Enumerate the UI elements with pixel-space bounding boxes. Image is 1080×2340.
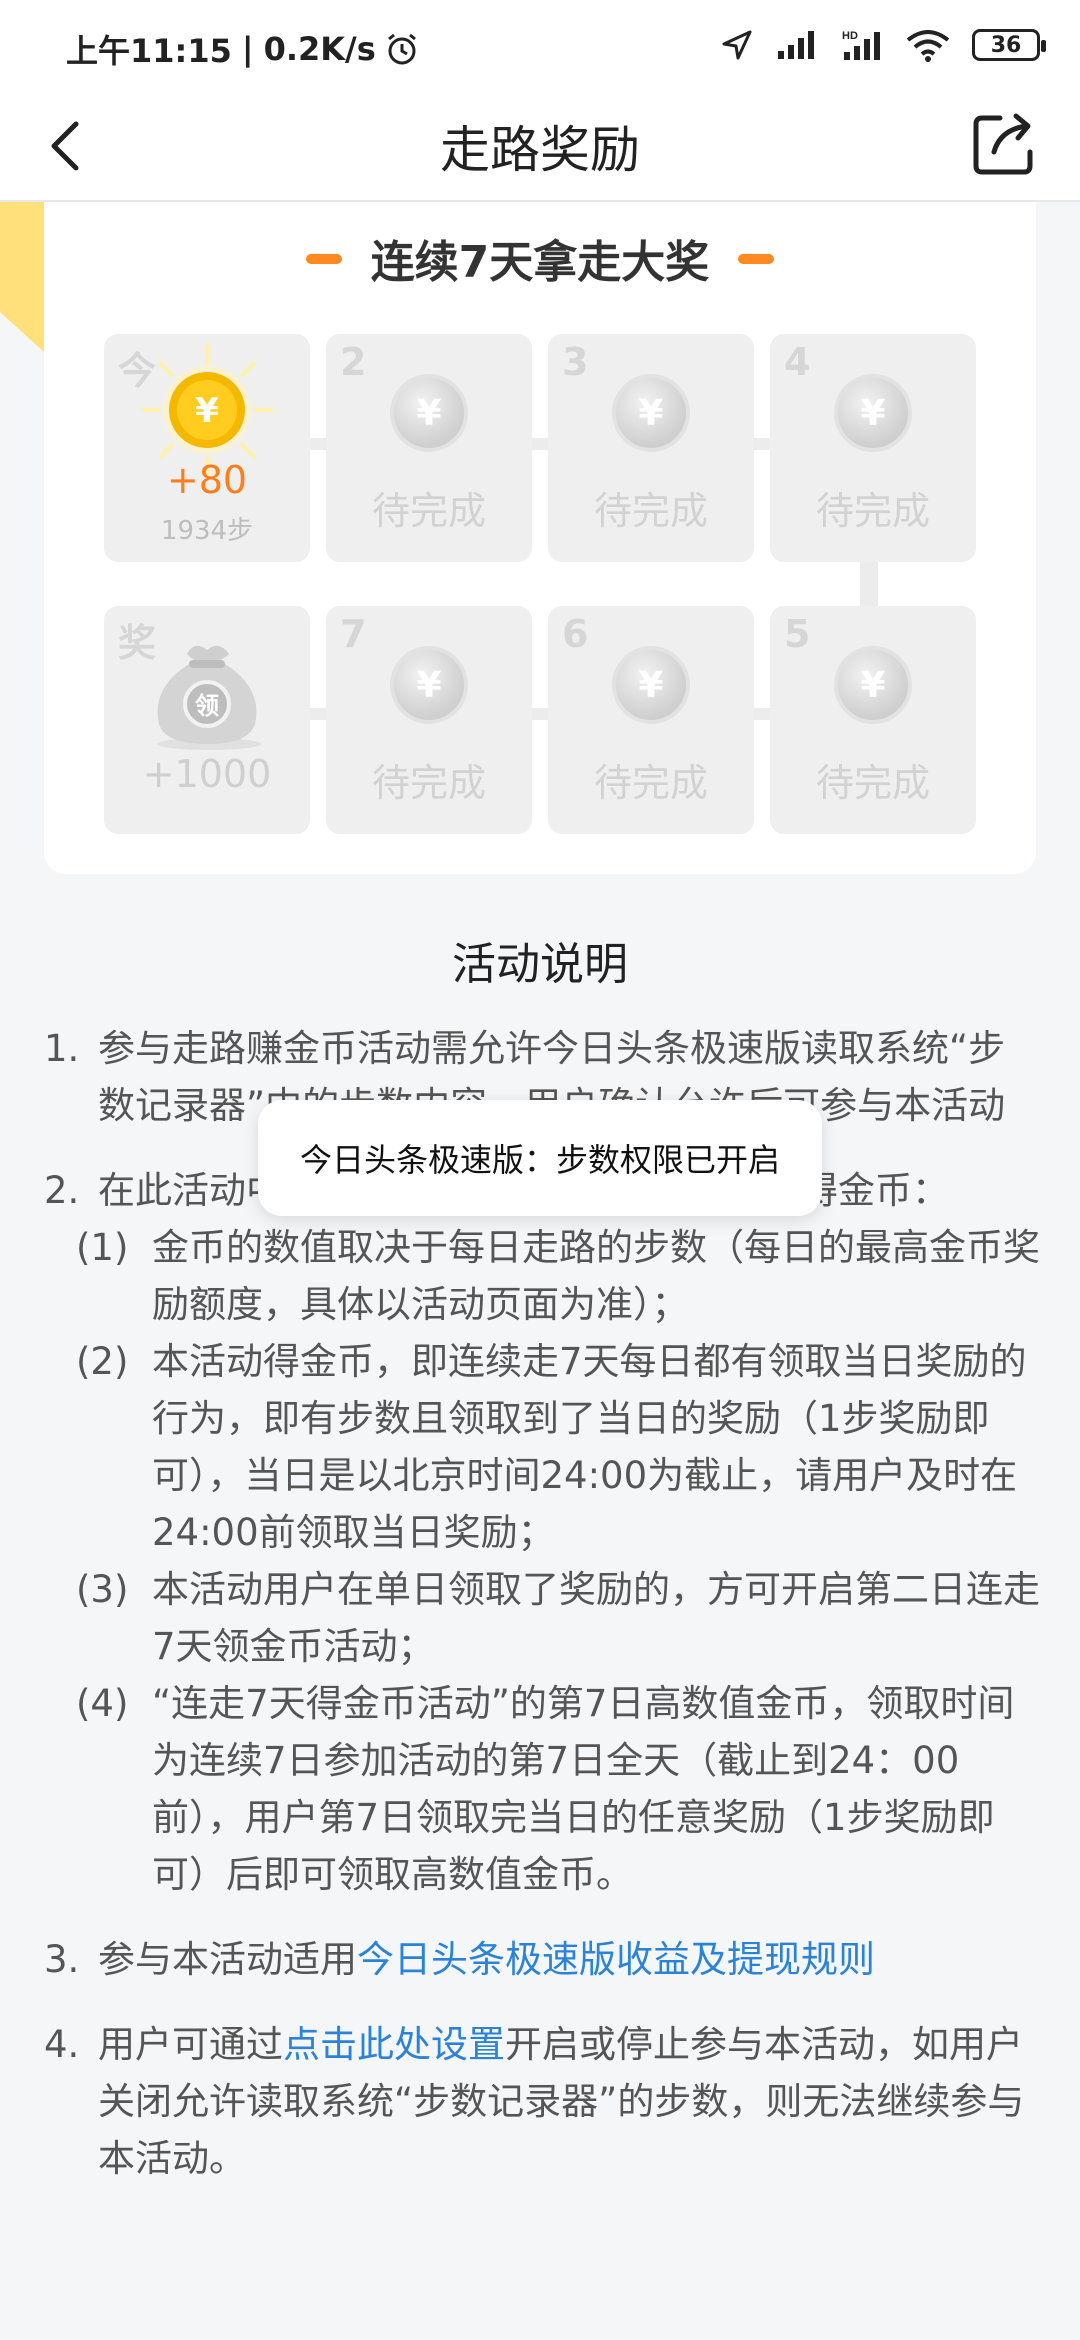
settings-link[interactable]: 点击此处设置 (283, 2023, 505, 2066)
subrule-index: (3) (76, 1568, 129, 1611)
day-label: 4 (784, 340, 811, 384)
day-label: 2 (340, 340, 367, 384)
coin-icon: ¥ (834, 646, 912, 724)
subrule-1: (1) 金币的数值取决于每日走路的步数（每日的最高金币奖励额度，具体以活动页面为… (76, 1219, 1040, 1333)
subrule-2: (2) 本活动得金币，即连续走7天每日都有领取当日奖励的行为，即有步数且领取到了… (76, 1333, 1040, 1561)
earnings-rules-link[interactable]: 今日头条极速版收益及提现规则 (357, 1938, 875, 1981)
day-tile-2[interactable]: 2 ¥ 待完成 (326, 334, 532, 562)
day-status: 待完成 (371, 761, 486, 805)
prize-reward: +1000 (142, 752, 272, 796)
day-label: 3 (562, 340, 589, 384)
corner-decoration (0, 202, 44, 352)
day-tile-5[interactable]: 5 ¥ 待完成 (770, 606, 976, 834)
prize-tile[interactable]: 奖 领 +1000 (104, 606, 310, 834)
coin-icon: ¥ (612, 646, 690, 724)
svg-text:HD: HD (842, 30, 858, 42)
bag-text: 领 (195, 692, 219, 720)
day-status: 待完成 (593, 489, 708, 533)
rule-3: 3. 参与本活动适用今日头条极速版收益及提现规则 (44, 1931, 1040, 1988)
day-label: 6 (562, 612, 589, 656)
subrule-3: (3) 本活动用户在单日领取了奖励的，方可开启第二日连走7天领金币活动； (76, 1561, 1040, 1675)
rule-text: 参与本活动适用 (98, 1938, 357, 1981)
rule-index: 3. (44, 1938, 80, 1981)
streak-card: 连续7天拿走大奖 今 ¥ +80 1934步 2 ¥ 待完成 3 ¥ 待完成 4… (44, 202, 1036, 874)
share-icon[interactable] (970, 108, 1040, 178)
rule-index: 4. (44, 2023, 80, 2066)
svg-text:¥: ¥ (195, 391, 219, 431)
toast-message: 今日头条极速版：步数权限已开启 (258, 1100, 822, 1216)
day-tile-7[interactable]: 7 ¥ 待完成 (326, 606, 532, 834)
day-status: 待完成 (815, 761, 930, 805)
wifi-icon (906, 30, 950, 62)
day-tile-4[interactable]: 4 ¥ 待完成 (770, 334, 976, 562)
subrule-index: (4) (76, 1682, 129, 1725)
signal-icon (778, 31, 814, 59)
coin-icon: ¥ (390, 374, 468, 452)
day-status: 待完成 (815, 489, 930, 533)
title-bar-right (738, 254, 774, 264)
battery-icon: 36 (972, 29, 1046, 61)
subrule-text: 金币的数值取决于每日走路的步数（每日的最高金币奖励额度，具体以活动页面为准）； (152, 1226, 1040, 1326)
location-icon (722, 30, 752, 60)
description-title: 活动说明 (452, 939, 628, 990)
status-time: 上午11:15 (66, 32, 232, 70)
alarm-icon (387, 33, 416, 65)
signal-hd-icon: HD (842, 30, 880, 60)
coin-icon: ¥ (834, 374, 912, 452)
day-tile-today[interactable]: 今 ¥ +80 1934步 (104, 334, 310, 562)
subrule-text: “连走7天得金币活动”的第7日高数值金币，领取时间为连续7日参加活动的第7日全天… (152, 1682, 1015, 1896)
page-title: 走路奖励 (440, 121, 640, 179)
rule-text: 用户可通过 (98, 2023, 283, 2066)
battery-level: 36 (990, 32, 1022, 58)
status-separator: | (241, 30, 254, 68)
status-speed: 0.2K/s (263, 30, 376, 68)
rule-index: 1. (44, 1027, 80, 1070)
subrule-4: (4) “连走7天得金币活动”的第7日高数值金币，领取时间为连续7日参加活动的第… (76, 1675, 1040, 1903)
day-label: 5 (784, 612, 811, 656)
today-steps: 1934步 (160, 516, 254, 546)
subrule-text: 本活动得金币，即连续走7天每日都有领取当日奖励的行为，即有步数且领取到了当日的奖… (152, 1340, 1027, 1554)
rule-4: 4. 用户可通过点击此处设置开启或停止参与本活动，如用户关闭允许读取系统“步数记… (44, 2016, 1040, 2187)
day-tile-3[interactable]: 3 ¥ 待完成 (548, 334, 754, 562)
subrule-index: (1) (76, 1226, 129, 1269)
coin-icon: ¥ (390, 646, 468, 724)
coin-icon: ¥ (612, 374, 690, 452)
status-bar: 上午11:15 | 0.2K/s HD 36 (0, 0, 1080, 92)
day-status: 待完成 (371, 489, 486, 533)
nav-bar: 走路奖励 (0, 92, 1080, 202)
money-bag-icon: 领 (157, 645, 261, 750)
status-right: HD 36 (720, 28, 1046, 62)
streak-title: 连续7天拿走大奖 (370, 237, 710, 288)
subrule-text: 本活动用户在单日领取了奖励的，方可开启第二日连走7天领金币活动； (152, 1568, 1040, 1668)
day-status: 待完成 (593, 761, 708, 805)
day-tile-6[interactable]: 6 ¥ 待完成 (548, 606, 754, 834)
rule-2: 2. 在此活动中，用户可通过每日走路的步数获得金币： (1) 金币的数值取决于每… (44, 1162, 1040, 1903)
subrule-index: (2) (76, 1340, 129, 1383)
day-label: 7 (340, 612, 367, 656)
status-left: 上午11:15 | 0.2K/s (66, 26, 420, 72)
today-reward: +80 (166, 458, 248, 502)
rule-index: 2. (44, 1169, 80, 1212)
